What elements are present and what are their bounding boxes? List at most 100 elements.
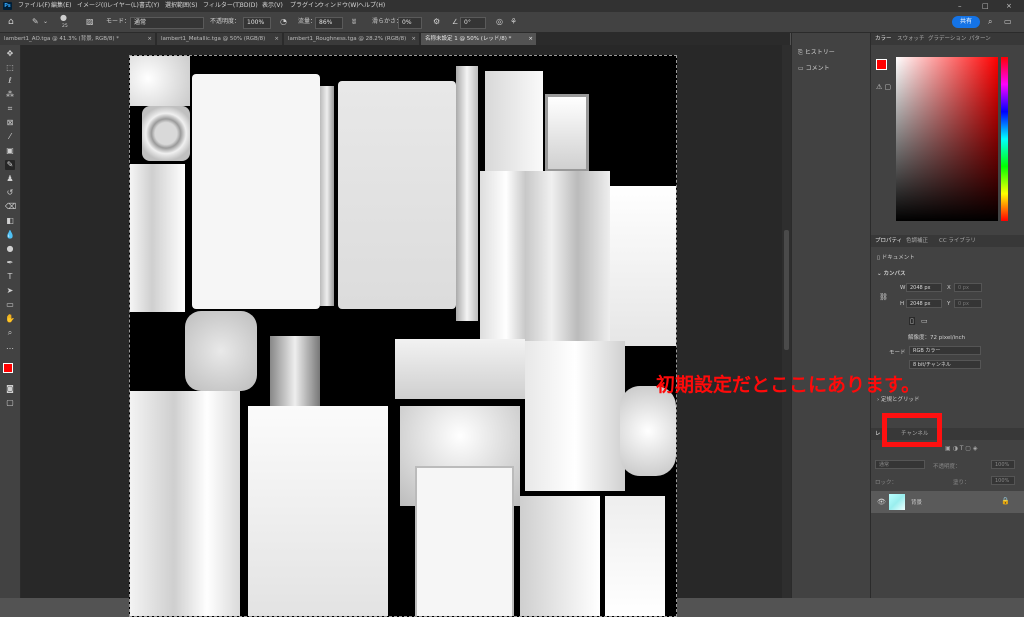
lasso-tool-icon[interactable]: ℓ [5, 76, 15, 86]
marquee-tool-icon[interactable]: ⬚ [5, 63, 15, 73]
quick-mask-icon[interactable]: ◙ [5, 384, 15, 394]
width-input[interactable]: 2048 px [906, 283, 942, 292]
comment-item[interactable]: ▭ コメント [798, 63, 830, 72]
photoshop-logo-icon[interactable]: Ps [3, 2, 12, 10]
brush-tool-icon[interactable]: ✎ [5, 160, 15, 170]
zoom-tool-icon[interactable]: ⌕ [5, 328, 15, 338]
tab-metallic[interactable]: lambert1_Metallic.tga @ 50% (RGB/8) × [157, 33, 283, 45]
canvas-area[interactable] [21, 45, 791, 617]
pen-tool-icon[interactable]: ✒ [5, 258, 15, 268]
x-input[interactable]: 0 px [954, 283, 982, 292]
more-tools-icon[interactable]: … [5, 342, 15, 352]
tab-ao[interactable]: lambert1_AO.tga @ 41.3% (背景, RGB/8) * × [0, 33, 156, 45]
tab-roughness[interactable]: lambert1_Roughness.tga @ 28.2% (RGB/8) × [284, 33, 420, 45]
workspace-icon[interactable]: ▭ [1004, 12, 1012, 32]
menu-layer[interactable]: レイヤー(L) [107, 0, 139, 12]
menu-filter[interactable]: フィルター(T) [203, 0, 241, 12]
angle-input[interactable]: 0° [460, 17, 486, 29]
path-selection-tool-icon[interactable]: ➤ [5, 286, 15, 296]
share-button[interactable]: 共有 [952, 16, 980, 28]
resolution-text: 解像度：72 pixel/inch [908, 335, 966, 341]
blur-tool-icon[interactable]: 💧 [5, 230, 15, 240]
menu-select[interactable]: 選択範囲(S) [165, 0, 198, 12]
canvas-section-title[interactable]: ⌄ カンバス [877, 269, 906, 277]
menu-help[interactable]: ヘルプ(H) [358, 0, 385, 12]
tab-patterns[interactable]: パターン [969, 33, 991, 45]
tab-adjustments[interactable]: 色調補正 [906, 235, 928, 247]
crop-tool-icon[interactable]: ⌗ [5, 104, 15, 114]
layer-row-background[interactable]: 👁 背景 🔒 [871, 491, 1024, 513]
tab-gradients[interactable]: グラデーション [928, 33, 966, 45]
landscape-icon[interactable]: ▭ [921, 317, 928, 325]
tab-swatches[interactable]: スウォッチ [897, 33, 925, 45]
eraser-tool-icon[interactable]: ⌫ [5, 202, 16, 212]
tab-close-icon[interactable]: × [274, 33, 279, 45]
pressure-size-icon[interactable]: ◎ [496, 12, 503, 32]
magic-wand-tool-icon[interactable]: ⁂ [5, 90, 15, 100]
airbrush-icon[interactable]: ʬ [352, 12, 356, 32]
symmetry-icon[interactable]: ⚘ [510, 12, 517, 32]
tab-close-icon[interactable]: × [147, 33, 152, 45]
home-icon[interactable]: ⌂ [8, 12, 14, 32]
healing-brush-tool-icon[interactable]: ▣ [5, 146, 15, 156]
search-icon[interactable]: ⌕ [988, 12, 992, 32]
eyedropper-tool-icon[interactable]: ⁄ [5, 132, 15, 142]
portrait-icon[interactable]: ▯ [909, 317, 915, 325]
history-item[interactable]: ⎘ ヒストリー [798, 47, 835, 57]
menu-3d[interactable]: 3D(D) [240, 0, 258, 12]
chevron-down-icon[interactable]: ⌄ [43, 12, 48, 32]
screen-mode-icon[interactable]: ▢ [5, 398, 15, 408]
tab-close-icon[interactable]: × [528, 33, 533, 45]
rectangle-tool-icon[interactable]: ▭ [5, 300, 15, 310]
vertical-scrollbar[interactable] [782, 45, 791, 598]
color-picker-field[interactable] [896, 57, 998, 221]
flow-input[interactable]: 86% [315, 17, 343, 29]
lock-icon[interactable]: 🔒 [1001, 497, 1010, 505]
hue-slider[interactable] [1001, 57, 1008, 221]
tab-properties[interactable]: プロパティ [875, 235, 902, 247]
scrollbar-thumb[interactable] [784, 230, 789, 350]
brush-tool-icon[interactable]: ✎ [32, 12, 39, 32]
layer-opacity-input[interactable]: 100% [991, 460, 1015, 469]
hand-tool-icon[interactable]: ✋ [5, 314, 15, 324]
menu-image[interactable]: イメージ(I) [77, 0, 107, 12]
frame-tool-icon[interactable]: ⊠ [5, 118, 15, 128]
menu-plugins[interactable]: プラグイン [290, 0, 320, 12]
menu-view[interactable]: 表示(V) [262, 0, 283, 12]
blend-mode-select[interactable]: 通常 [875, 460, 925, 469]
height-input[interactable]: 2048 px [906, 299, 942, 308]
layer-filter-icons[interactable]: ▣ ◑ T ▢ ◈ [945, 445, 977, 452]
menu-file[interactable]: ファイル(F) [18, 0, 50, 12]
bit-depth-select[interactable]: 8 bit/チャンネル [909, 360, 981, 369]
tab-untitled[interactable]: 名称未設定 1 @ 50% (レッド/8) * × [421, 33, 537, 45]
opacity-input[interactable]: 100% [243, 17, 271, 29]
stamp-tool-icon[interactable]: ♟ [5, 174, 15, 184]
maximize-icon[interactable]: □ [982, 0, 989, 12]
menu-window[interactable]: ウィンドウ(W) [318, 0, 359, 12]
brush-settings-icon[interactable]: ▨ [86, 12, 94, 32]
move-tool-icon[interactable]: ✥ [5, 49, 15, 59]
minimize-icon[interactable]: – [958, 0, 962, 12]
y-input[interactable]: 0 px [954, 299, 982, 308]
tab-color[interactable]: カラー [875, 33, 892, 45]
visibility-eye-icon[interactable]: 👁 [877, 498, 886, 506]
menu-type[interactable]: 書式(Y) [139, 0, 159, 12]
tab-layers[interactable]: レ [875, 428, 881, 440]
color-mode-select[interactable]: RGB カラー [909, 346, 981, 355]
foreground-color-swatch[interactable] [3, 363, 13, 373]
tab-cc-libraries[interactable]: CC ライブラリ [939, 235, 976, 247]
history-brush-tool-icon[interactable]: ↺ [5, 188, 15, 198]
gear-icon[interactable]: ⚙ [433, 12, 440, 32]
type-tool-icon[interactable]: T [5, 272, 15, 282]
foreground-color-swatch[interactable] [876, 59, 887, 70]
document-canvas[interactable] [129, 55, 677, 617]
smoothing-input[interactable]: 0% [398, 17, 422, 29]
tab-close-icon[interactable]: × [411, 33, 416, 45]
gradient-tool-icon[interactable]: ◧ [5, 216, 15, 226]
mode-select[interactable]: 通常 [130, 17, 204, 29]
pressure-opacity-icon[interactable]: ◔ [280, 12, 287, 32]
dodge-tool-icon[interactable]: ● [5, 244, 15, 254]
fill-input[interactable]: 100% [991, 476, 1015, 485]
close-icon[interactable]: × [1006, 0, 1012, 12]
link-icon[interactable]: ⛓ [879, 293, 888, 301]
